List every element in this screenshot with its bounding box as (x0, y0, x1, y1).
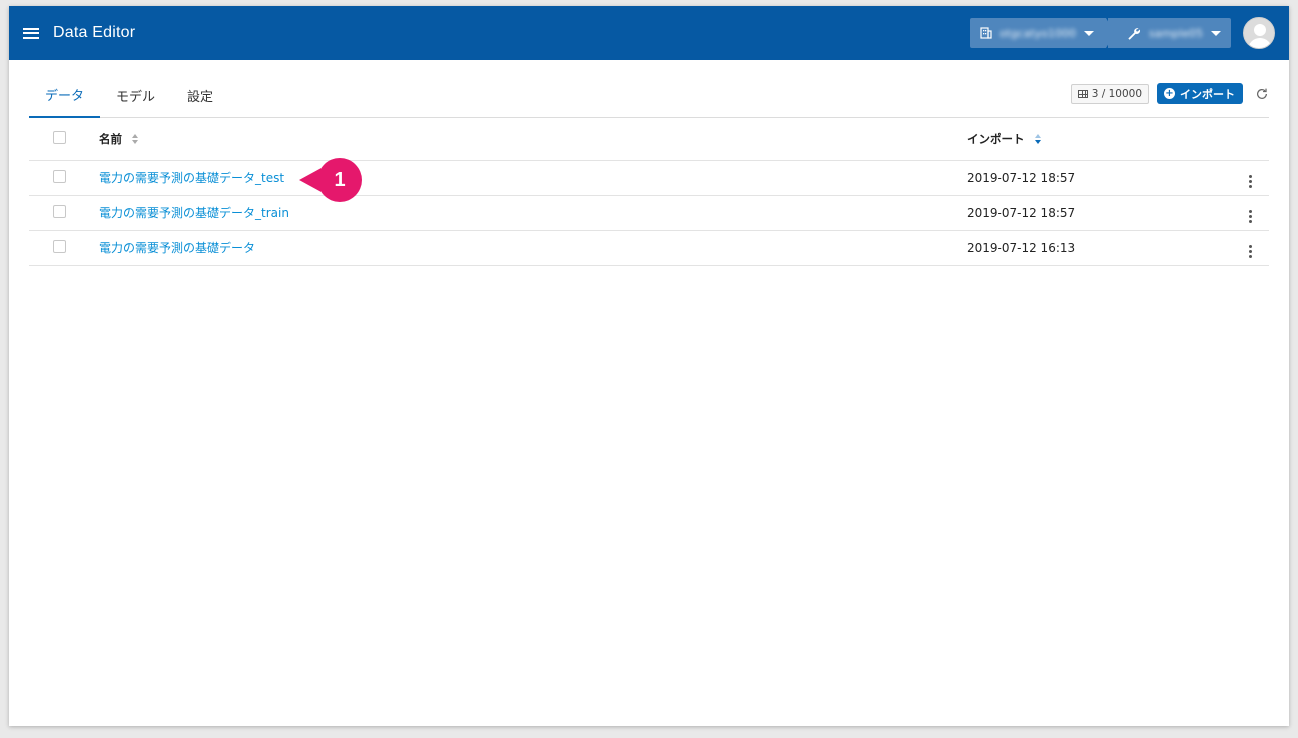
table-icon (1077, 89, 1088, 98)
import-button[interactable]: + インポート (1157, 83, 1243, 104)
chevron-down-icon (1084, 30, 1094, 36)
row-checkbox[interactable] (53, 169, 66, 183)
organization-name: otgcatyo1000 (999, 26, 1076, 40)
quota-badge: 3 / 10000 (1070, 83, 1149, 104)
more-vert-icon[interactable] (1245, 210, 1255, 223)
chevron-down-icon (1211, 30, 1221, 36)
context-breadcrumb: otgcatyo1000 sample05 (969, 18, 1231, 48)
wrench-icon (1128, 27, 1141, 40)
toolbar: 3 / 10000 + インポート (1070, 83, 1269, 104)
tab-models[interactable]: モデル (100, 86, 171, 117)
app-window: Data Editor otgcatyo1000 sample05 データ モデ… (9, 6, 1289, 726)
import-date: 2019-07-12 18:57 (967, 195, 1227, 231)
tab-bar: データ モデル 設定 3 / 10000 + インポート (29, 83, 1269, 118)
select-all-checkbox[interactable] (53, 130, 66, 144)
import-date: 2019-07-12 18:57 (967, 160, 1227, 196)
refresh-icon[interactable] (1255, 87, 1269, 101)
callout-number: 1 (318, 158, 362, 202)
more-vert-icon[interactable] (1245, 245, 1255, 258)
column-header-import[interactable]: インポート (967, 132, 1025, 146)
sort-descending-icon[interactable] (1034, 134, 1042, 145)
data-table: 名前 インポート 電力の需要予測の基礎データ_test 2019-07-12 1… (29, 118, 1269, 266)
add-circle-icon: + (1164, 88, 1175, 99)
dataset-link[interactable]: 電力の需要予測の基礎データ (99, 241, 255, 255)
sort-icon[interactable] (132, 134, 139, 145)
project-name: sample05 (1149, 26, 1203, 40)
row-checkbox[interactable] (53, 239, 66, 253)
column-header-name[interactable]: 名前 (99, 132, 122, 146)
table-row: 電力の需要予測の基礎データ_test 2019-07-12 18:57 (29, 160, 1269, 196)
app-title: Data Editor (53, 24, 136, 41)
project-selector[interactable]: sample05 (1108, 18, 1231, 48)
main-content: データ モデル 設定 3 / 10000 + インポート 名前 インポート 電力… (9, 60, 1289, 266)
building-icon (980, 27, 992, 39)
dataset-link[interactable]: 電力の需要予測の基礎データ_test (99, 171, 284, 185)
tab-settings[interactable]: 設定 (171, 86, 229, 117)
tab-data[interactable]: データ (29, 85, 101, 118)
dataset-link[interactable]: 電力の需要予測の基礎データ_train (99, 206, 289, 220)
import-date: 2019-07-12 16:13 (967, 230, 1227, 266)
table-header-row: 名前 インポート (29, 118, 1269, 161)
table-row: 電力の需要予測の基礎データ 2019-07-12 16:13 (29, 230, 1269, 266)
quota-text: 3 / 10000 (1091, 87, 1142, 100)
step-callout: 1 (299, 158, 362, 202)
menu-icon[interactable] (23, 27, 39, 39)
organization-selector[interactable]: otgcatyo1000 (969, 18, 1116, 48)
user-avatar[interactable] (1243, 17, 1275, 49)
import-button-label: インポート (1180, 87, 1235, 101)
more-vert-icon[interactable] (1245, 175, 1255, 188)
table-row: 電力の需要予測の基礎データ_train 2019-07-12 18:57 (29, 195, 1269, 231)
app-bar: Data Editor otgcatyo1000 sample05 (9, 6, 1289, 60)
row-checkbox[interactable] (53, 204, 66, 218)
